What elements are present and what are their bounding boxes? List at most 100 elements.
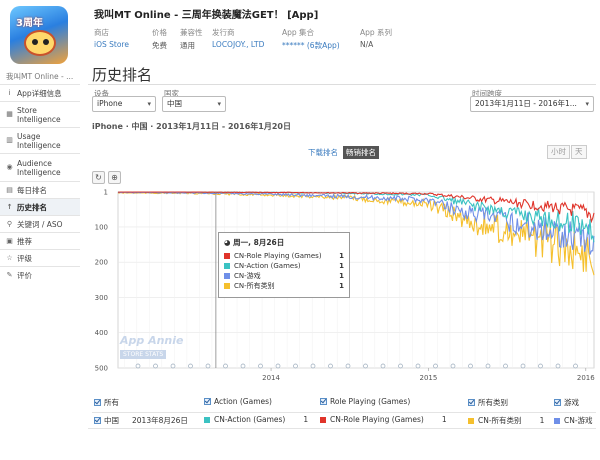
y-tick-label: 1 <box>104 189 108 197</box>
sidebar-item-app-details[interactable]: i App详细信息 <box>0 84 80 101</box>
sidebar-item-featured[interactable]: ▣ 推荐 <box>0 232 80 249</box>
sidebar-item-usage-intelligence[interactable]: ▥ Usage Intelligence <box>0 127 80 153</box>
tooltip-row: CN-游戏 1 <box>224 271 344 281</box>
caret-down-icon: ▾ <box>147 100 151 108</box>
legend-country[interactable]: 中国 <box>94 415 119 426</box>
key-icon: ⚲ <box>6 220 13 228</box>
tab-downloads[interactable]: 下载排名 <box>305 146 341 159</box>
app-icon-badge: 3周年 <box>16 18 43 29</box>
legend-header: 所有 Action (Games) Role Playing (Games) 所… <box>92 397 596 410</box>
legend-toggle-role-playing[interactable]: Role Playing (Games) <box>320 397 410 406</box>
watermark-tag: STORE STATS <box>120 350 167 359</box>
event-marker <box>170 363 176 369</box>
meta-store: 商店 iOS Store <box>94 28 129 49</box>
sidebar: i App详细信息 ▦ Store Intelligence ▥ Usage Int… <box>0 84 80 283</box>
featured-icon: ▣ <box>6 237 13 245</box>
event-marker <box>188 363 193 369</box>
legend-date: 2013年8月26日 <box>132 416 188 425</box>
event-marker <box>293 363 298 369</box>
app-short-name: 我叫MT Online - ... <box>6 72 74 81</box>
legend-entry-action: CN-Action (Games) 1 <box>204 415 308 424</box>
caret-down-icon: ▾ <box>585 100 589 108</box>
event-marker <box>398 363 403 369</box>
legend-toggle-action[interactable]: Action (Games) <box>204 397 272 406</box>
event-marker <box>520 363 526 369</box>
legend-toggle-all[interactable]: 所有 <box>94 397 119 408</box>
country-select[interactable]: 中国 ▾ <box>162 96 226 112</box>
pencil-icon: ✎ <box>6 271 13 279</box>
audience-icon: ◉ <box>6 163 13 171</box>
event-marker <box>345 363 351 369</box>
page-title: 历史排名 <box>92 66 153 84</box>
meta-price: 价格 免费 <box>152 28 167 50</box>
sidebar-item-reviews[interactable]: ✎ 评价 <box>0 266 80 283</box>
event-marker <box>538 363 543 369</box>
y-tick-label: 300 <box>95 294 108 302</box>
event-marker <box>485 363 491 369</box>
meta-compat: 兼容性 通用 <box>180 28 203 50</box>
sidebar-item-audience-intelligence[interactable]: ◉ Audience Intelligence <box>0 153 80 181</box>
day-button[interactable]: 天 <box>571 145 587 159</box>
globe-icon: ◕ <box>224 238 234 247</box>
legend-row: 中国 2013年8月26日 CN-Action (Games) 1 CN-Role… <box>92 412 596 425</box>
tab-revenue[interactable]: 畅销排名 <box>343 146 379 159</box>
sidebar-item-keywords[interactable]: ⚲ 关键词 / ASO <box>0 215 80 232</box>
date-range-select[interactable]: 2013年1月11日 - 2016年1... ▾ <box>470 96 594 112</box>
y-tick-label: 200 <box>95 259 108 267</box>
event-marker <box>153 363 158 369</box>
event-marker <box>573 363 578 369</box>
divider <box>88 428 596 429</box>
event-marker <box>258 363 263 369</box>
event-marker <box>135 363 141 369</box>
caret-down-icon: ▾ <box>217 100 221 108</box>
usage-icon: ▥ <box>6 136 13 144</box>
device-select[interactable]: iPhone ▾ <box>92 96 156 112</box>
event-marker <box>468 363 473 369</box>
legend-entry-role-playing: CN-Role Playing (Games) 1 <box>320 415 447 424</box>
table-icon: ▤ <box>6 186 13 194</box>
x-tick-label: 2015 <box>420 374 438 382</box>
tooltip-row: CN-Role Playing (Games) 1 <box>224 251 344 261</box>
x-tick-label: 2016 <box>577 374 595 382</box>
reset-zoom-icon[interactable]: ↻ <box>92 171 105 184</box>
checkbox-icon <box>554 399 561 406</box>
checkbox-icon <box>204 398 211 405</box>
checkbox-icon <box>94 399 101 406</box>
arrow-up-icon: ↑ <box>6 203 13 211</box>
star-icon: ☆ <box>6 254 13 262</box>
event-marker <box>363 363 368 369</box>
legend-entry-all-categories: CN-所有类别 1 <box>468 415 544 426</box>
event-marker <box>328 363 333 369</box>
tooltip-row: CN-所有类别 1 <box>224 281 344 291</box>
legend-toggle-games[interactable]: 游戏 <box>554 397 579 408</box>
zoom-icon[interactable]: ⊕ <box>108 171 121 184</box>
event-marker <box>310 363 316 369</box>
checkbox-icon <box>94 417 101 424</box>
event-marker <box>503 363 508 369</box>
sidebar-item-history-rank[interactable]: ↑ 历史排名 <box>0 198 80 215</box>
x-tick-label: 2014 <box>262 374 280 382</box>
legend-toggle-all-categories[interactable]: 所有类别 <box>468 397 508 408</box>
event-marker <box>415 363 421 369</box>
checkbox-icon <box>468 399 475 406</box>
hour-button[interactable]: 小时 <box>547 145 570 159</box>
event-marker <box>223 363 228 369</box>
event-marker <box>240 363 246 369</box>
event-marker <box>205 363 211 369</box>
tooltip-row: CN-Action (Games) 1 <box>224 261 344 271</box>
sidebar-item-ratings[interactable]: ☆ 评级 <box>0 249 80 266</box>
watermark-brand: App Annie <box>120 334 184 347</box>
tooltip-date: ◕ 周一, 8月26日 <box>224 238 285 247</box>
app-title: 我叫MT Online - 三周年换装魔法GET！ [App] <box>94 10 319 21</box>
info-icon: i <box>8 89 11 97</box>
chart-tooltip: ◕ 周一, 8月26日 CN-Role Playing (Games) 1 CN-… <box>218 232 350 298</box>
sidebar-item-store-intelligence[interactable]: ▦ Store Intelligence <box>0 101 80 127</box>
event-marker <box>450 363 456 369</box>
legend-entry-games: CN-游戏 <box>554 415 593 426</box>
event-marker <box>275 363 281 369</box>
meta-publisher: 发行商 LOCOJOY., LTD <box>212 28 265 49</box>
y-tick-label: 400 <box>95 329 108 337</box>
sidebar-item-daily-rank[interactable]: ▤ 每日排名 <box>0 181 80 198</box>
y-tick-label: 500 <box>95 365 108 373</box>
event-marker <box>380 363 386 369</box>
